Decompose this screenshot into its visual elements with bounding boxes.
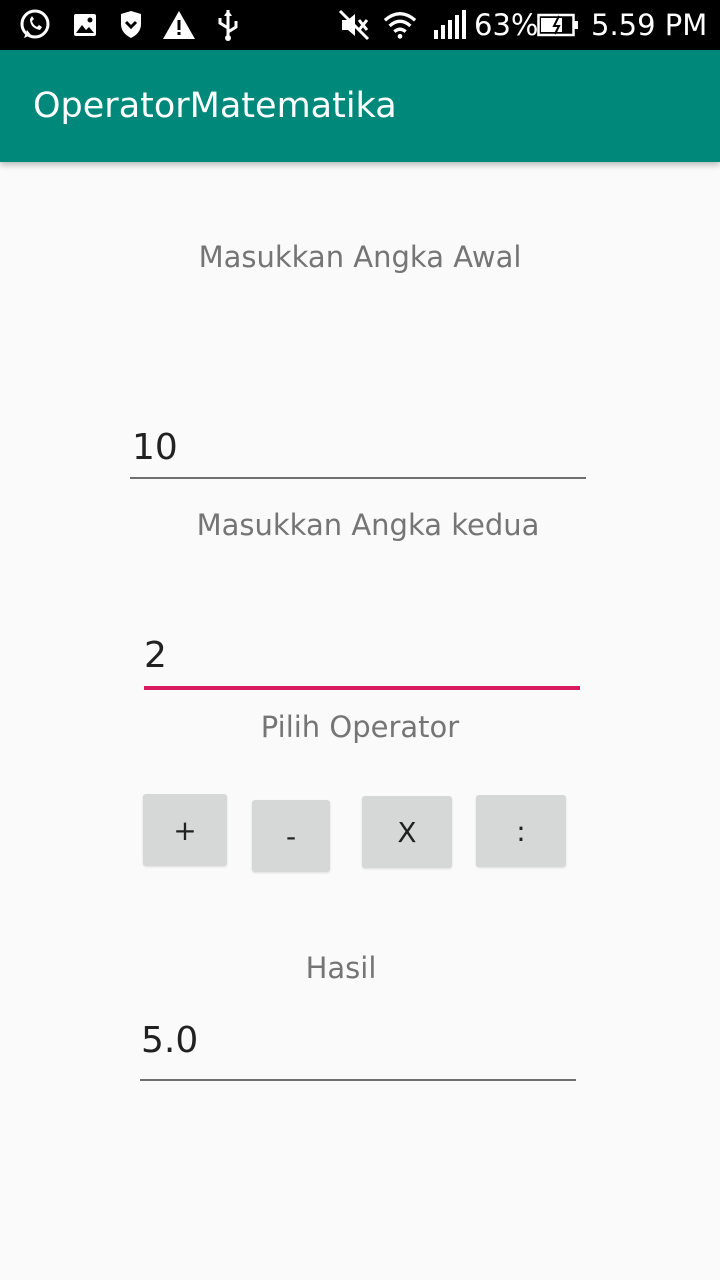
divide-button[interactable]: :: [476, 795, 566, 867]
battery-percent: 63%: [474, 8, 539, 42]
add-button[interactable]: +: [143, 794, 227, 866]
image-icon: [68, 8, 102, 42]
wifi-icon: [383, 8, 417, 42]
usb-icon: [211, 8, 245, 42]
mute-icon: [337, 8, 371, 42]
warning-icon: [162, 8, 196, 42]
whatsapp-icon: [18, 8, 52, 42]
shield-icon: [114, 8, 148, 42]
first-number-label: Masukkan Angka Awal: [198, 240, 522, 274]
result-underline: [140, 1079, 576, 1081]
subtract-button[interactable]: -: [252, 800, 330, 872]
second-number-label: Masukkan Angka kedua: [196, 508, 540, 542]
clock: 5.59 PM: [591, 8, 708, 42]
signal-icon: [430, 8, 470, 42]
status-bar: 63% 5.59 PM: [0, 0, 720, 50]
app-bar: OperatorMatematika: [0, 50, 720, 162]
second-number-underline: [144, 686, 580, 690]
result-field[interactable]: 5.0: [141, 1019, 198, 1063]
app-title: OperatorMatematika: [33, 86, 397, 126]
result-label: Hasil: [305, 951, 377, 985]
first-number-input[interactable]: 10: [132, 426, 178, 470]
battery-icon: [536, 8, 580, 42]
multiply-button[interactable]: X: [362, 796, 452, 868]
first-number-underline: [130, 477, 586, 479]
second-number-input[interactable]: 2: [144, 634, 167, 678]
operator-label: Pilih Operator: [260, 710, 460, 744]
